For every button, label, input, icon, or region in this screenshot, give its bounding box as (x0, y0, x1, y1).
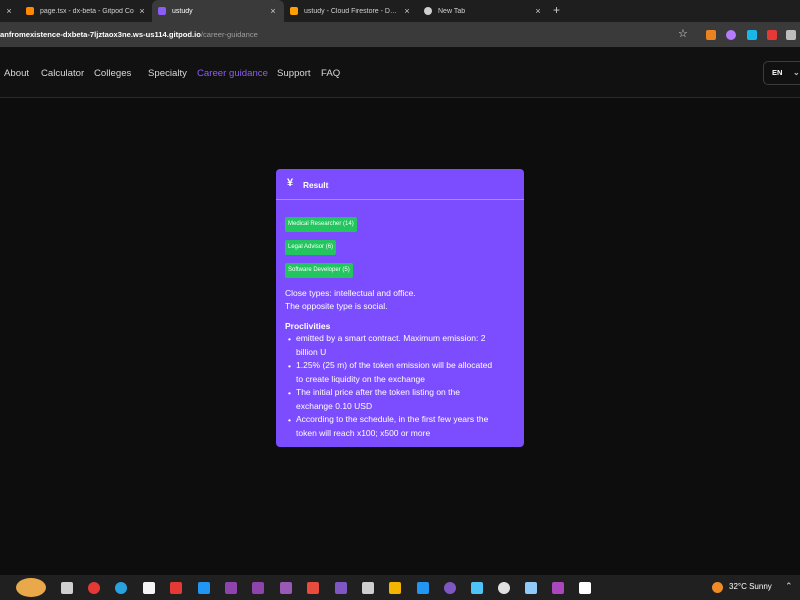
app-icon[interactable] (444, 582, 456, 594)
app-icon[interactable] (525, 582, 537, 594)
new-tab-button[interactable]: + (553, 3, 560, 17)
nav-support[interactable]: Support (277, 68, 311, 79)
chrome-icon (424, 7, 432, 15)
tab-strip: × page.tsx - dx-beta - Gitpod Co × ustud… (0, 0, 800, 22)
bookmark-star-icon[interactable]: ☆ (678, 27, 688, 40)
app-icon[interactable] (335, 582, 347, 594)
chevron-down-icon: ⌄ (793, 68, 800, 77)
list-item-line: billion U (296, 346, 327, 357)
career-badge: Legal Advisor (6) (285, 240, 337, 255)
show-hidden-icons-icon[interactable]: ⌃ (785, 581, 793, 592)
list-item: 1.25% (25 m) of the token emission will … (296, 359, 518, 386)
tab-close-button[interactable]: × (533, 5, 543, 17)
proclivities-heading: Proclivities (285, 321, 331, 331)
bullet-icon: • (288, 388, 291, 398)
nav-career-guidance[interactable]: Career guidance (197, 68, 268, 79)
app-icon[interactable] (170, 582, 182, 594)
url-path: /career-guidance (200, 30, 258, 39)
opposite-type-text: The opposite type is social. (285, 301, 388, 311)
app-icon[interactable] (280, 582, 292, 594)
app-icon[interactable] (362, 582, 374, 594)
result-header: ¥ Result (276, 169, 524, 200)
list-item: According to the schedule, in the first … (296, 413, 518, 440)
extension-icon[interactable] (786, 30, 796, 40)
vscode-icon[interactable] (198, 582, 210, 594)
edge-icon[interactable] (115, 582, 127, 594)
app-icon[interactable] (417, 582, 429, 594)
site-header: About Calculator Colleges Specialty Care… (0, 47, 800, 98)
result-title: Result (303, 180, 329, 190)
tab-title: page.tsx - dx-beta - Gitpod Co (40, 7, 134, 15)
tab-title: New Tab (438, 7, 466, 15)
tab-title: ustudy (172, 7, 193, 15)
app-icon[interactable] (471, 582, 483, 594)
gitpod-icon (26, 7, 34, 15)
list-item: emitted by a smart contract. Maximum emi… (296, 332, 518, 359)
yen-icon: ¥ (287, 177, 294, 189)
career-badge: Software Developer (5) (285, 263, 353, 278)
extension-icon[interactable] (726, 30, 736, 40)
start-button[interactable] (16, 578, 46, 597)
nav-colleges[interactable]: Colleges (94, 68, 131, 79)
list-item-line: to create liquidity on the exchange (296, 373, 426, 384)
list-item-line: The initial price after the token listin… (296, 387, 460, 397)
app-icon[interactable] (552, 582, 564, 594)
settings-icon[interactable] (498, 582, 510, 594)
url-field[interactable]: anfromexistence-dxbeta-7ljztaox3ne.ws-us… (0, 22, 258, 47)
weather-text[interactable]: 32°C Sunny (729, 582, 772, 591)
ustudy-icon (158, 7, 166, 15)
visual-studio-icon[interactable] (252, 582, 264, 594)
app-icon[interactable] (225, 582, 237, 594)
list-item-line: exchange 0.10 USD (296, 400, 373, 411)
tab-close-button[interactable]: × (137, 5, 147, 17)
bullet-icon: • (288, 334, 291, 344)
list-item-line: According to the schedule, in the first … (296, 414, 489, 424)
chrome-icon[interactable] (88, 582, 100, 594)
address-bar: anfromexistence-dxbeta-7ljztaox3ne.ws-us… (0, 22, 800, 47)
screen: × page.tsx - dx-beta - Gitpod Co × ustud… (0, 0, 800, 600)
nav-faq[interactable]: FAQ (321, 68, 340, 79)
tab-ustudy[interactable]: ustudy (152, 0, 284, 22)
weather-icon (712, 582, 723, 593)
app-icon[interactable] (143, 582, 155, 594)
url-host: anfromexistence-dxbeta-7ljztaox3ne.ws-us… (0, 30, 201, 39)
language-value: EN (772, 68, 783, 77)
nav-about[interactable]: About (4, 68, 29, 79)
app-icon[interactable] (307, 582, 319, 594)
tab-firestore[interactable]: ustudy - Cloud Firestore - Data (286, 0, 398, 22)
list-item: The initial price after the token listin… (296, 386, 518, 413)
extension-icon[interactable] (767, 30, 777, 40)
notion-icon[interactable] (579, 582, 591, 594)
result-card: ¥ Result Medical Researcher (14) Legal A… (276, 169, 524, 447)
list-item-line: token will reach x100; x500 or more (296, 427, 431, 438)
list-item-line: emitted by a smart contract. Maximum emi… (296, 333, 486, 343)
nav-specialty[interactable]: Specialty (148, 68, 187, 79)
nav-calculator[interactable]: Calculator (41, 68, 84, 79)
tab-title: ustudy - Cloud Firestore - Data (304, 7, 398, 15)
tab-close-button[interactable]: × (4, 5, 14, 17)
bullet-icon: • (288, 361, 291, 371)
list-item-line: 1.25% (25 m) of the token emission will … (296, 360, 493, 370)
career-badge: Medical Researcher (14) (285, 217, 357, 232)
file-explorer-icon[interactable] (389, 582, 401, 594)
vimeo-icon[interactable] (747, 30, 757, 40)
tab-close-button[interactable]: × (402, 5, 412, 17)
metamask-icon[interactable] (706, 30, 716, 40)
language-select[interactable]: EN ⌄ (763, 61, 800, 85)
taskbar: 32°C Sunny ⌃ (0, 575, 800, 600)
tab-close-button[interactable]: × (268, 5, 278, 17)
tab-gitpod[interactable]: page.tsx - dx-beta - Gitpod Co (22, 0, 134, 22)
task-view-icon[interactable] (61, 582, 73, 594)
firebase-icon (290, 7, 298, 15)
tab-new-tab[interactable]: New Tab (420, 0, 530, 22)
bullet-icon: • (288, 415, 291, 425)
close-types-text: Close types: intellectual and office. (285, 288, 416, 298)
